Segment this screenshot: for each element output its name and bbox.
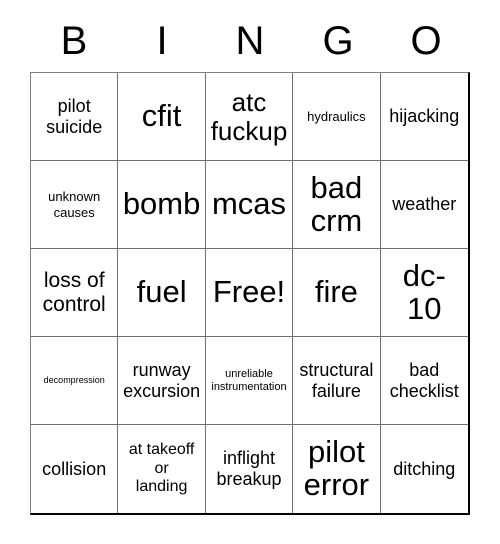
bingo-cell-label: runway excursion [123, 359, 201, 401]
bingo-cell-label: fuel [136, 274, 187, 310]
bingo-cell-label: loss of control [42, 269, 106, 316]
bingo-cell[interactable]: pilot suicide [31, 73, 119, 161]
bingo-cell[interactable]: unknown causes [31, 161, 119, 249]
header-letter-b: B [60, 19, 88, 63]
bingo-cell[interactable]: weather [380, 161, 468, 249]
bingo-cell[interactable]: collision [31, 425, 119, 513]
header-letter-i: I [156, 19, 168, 63]
bingo-cell-label: bomb [122, 186, 201, 222]
header-letter-o: O [410, 19, 442, 63]
bingo-cell[interactable]: at takeoff or landing [118, 425, 206, 513]
bingo-cell-label: unreliable instrumentation [211, 367, 287, 393]
bingo-grid: pilot suicide cfit atc fuckup hydraulics hij… [30, 72, 470, 515]
bingo-cell[interactable]: structural failure [293, 337, 381, 425]
bingo-cell-label: pilot error [303, 434, 370, 502]
header-letter-g: G [322, 19, 354, 63]
bingo-cell-label: Free! [212, 274, 286, 310]
bingo-cell[interactable]: dc- 10 [380, 249, 468, 337]
bingo-cell-label: atc fuckup [210, 87, 288, 146]
bingo-cell[interactable]: fuel [118, 249, 206, 337]
bingo-cell-label: bad checklist [389, 359, 459, 401]
bingo-cell-label: weather [392, 194, 457, 215]
bingo-cell-label: inflight breakup [216, 448, 282, 489]
bingo-cell[interactable]: runway excursion [118, 337, 206, 425]
bingo-cell-label: hijacking [389, 106, 460, 127]
bingo-cell[interactable]: mcas [205, 161, 294, 249]
bingo-cell-label: at takeoff or landing [128, 440, 195, 496]
bingo-cell-label: dc- 10 [402, 257, 446, 326]
bingo-cell[interactable]: cfit [118, 73, 206, 161]
bingo-cell[interactable]: bad checklist [380, 337, 468, 425]
bingo-cell-label: ditching [393, 458, 456, 479]
bingo-cell[interactable]: bomb [118, 161, 206, 249]
bingo-cell-label: collision [42, 458, 107, 479]
bingo-cell[interactable]: fire [293, 249, 381, 337]
bingo-cell-label: decompression [43, 375, 105, 386]
bingo-cell[interactable]: inflight breakup [205, 425, 294, 513]
header-letter-n: N [235, 19, 265, 63]
bingo-cell[interactable]: hijacking [380, 73, 468, 161]
bingo-cell[interactable]: decompression [31, 337, 119, 425]
bingo-cell-label: mcas [211, 186, 287, 222]
bingo-cell[interactable]: bad crm [293, 161, 381, 249]
bingo-cell[interactable]: atc fuckup [205, 73, 294, 161]
bingo-cell-free[interactable]: Free! [205, 249, 294, 337]
bingo-cell-label: pilot suicide [46, 95, 103, 137]
bingo-header: B I N G O [30, 16, 470, 68]
bingo-cell[interactable]: ditching [380, 425, 468, 513]
bingo-cell-label: bad crm [310, 169, 363, 238]
bingo-cell[interactable]: pilot error [293, 425, 381, 513]
bingo-cell-label: structural failure [299, 359, 374, 401]
bingo-cell[interactable]: unreliable instrumentation [205, 337, 294, 425]
bingo-cell-label: unknown causes [48, 188, 101, 220]
bingo-cell-label: cfit [141, 98, 182, 134]
bingo-cell[interactable]: hydraulics [293, 73, 381, 161]
bingo-cell-label: hydraulics [307, 108, 366, 124]
bingo-cell-label: fire [314, 274, 358, 310]
bingo-card: B I N G O pilot suicide cfit atc fuckup hyd… [0, 0, 500, 544]
bingo-cell[interactable]: loss of control [31, 249, 119, 337]
